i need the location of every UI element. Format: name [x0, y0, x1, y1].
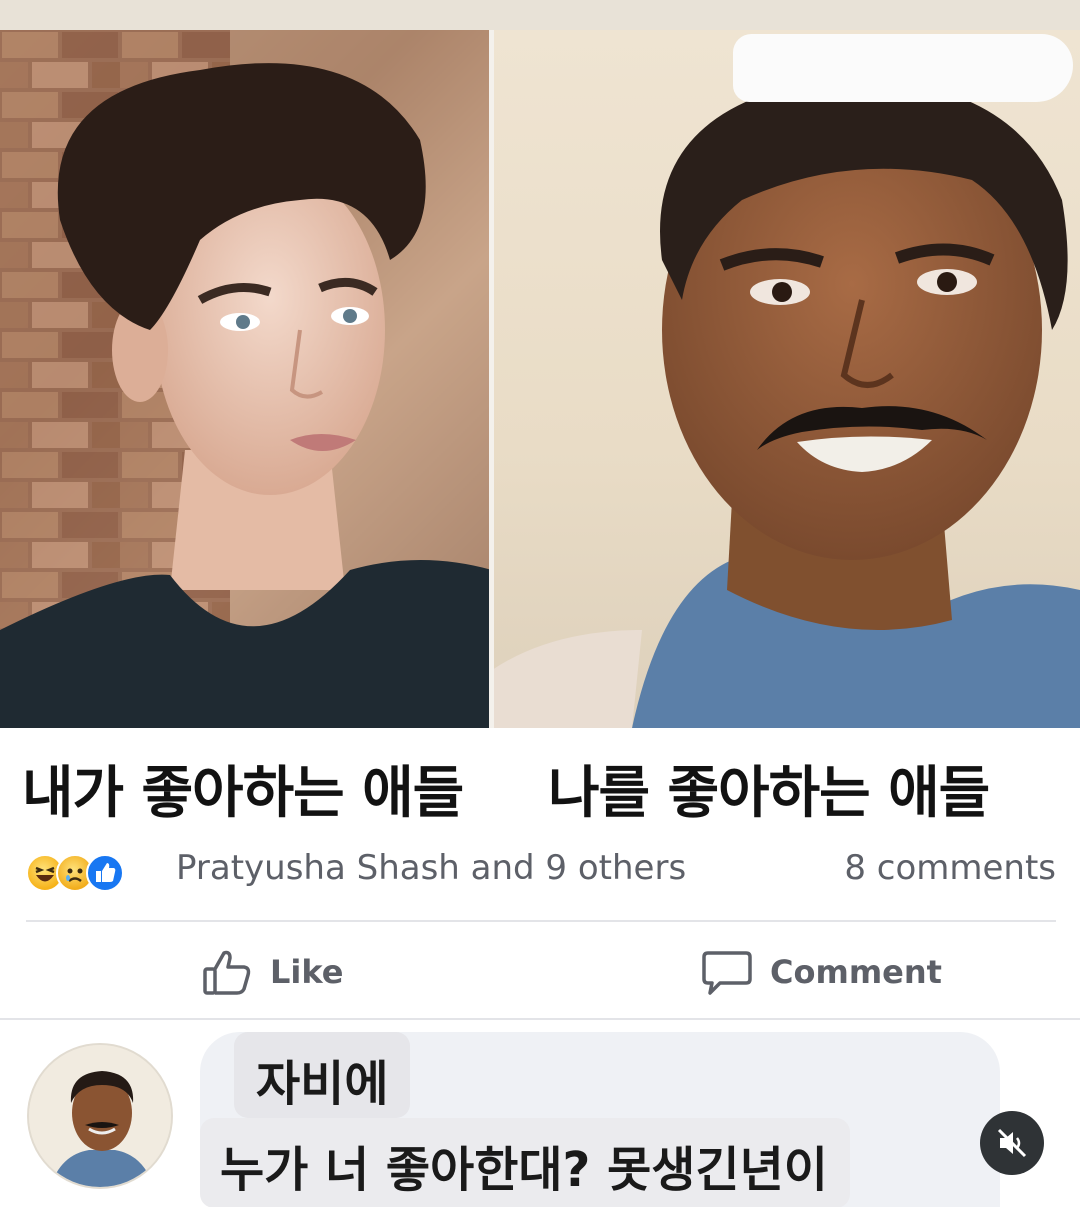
avatar[interactable] [27, 1043, 173, 1189]
photo-divider [489, 30, 494, 728]
caption-right: 나를 좋아하는 애들 [548, 761, 990, 826]
like-label: Like [270, 953, 344, 991]
divider [26, 920, 1056, 922]
comment-count[interactable]: 8 comments [844, 848, 1056, 888]
photo-smiling-man [492, 30, 1080, 728]
thumbs-up-icon [203, 950, 251, 995]
mute-button[interactable] [980, 1111, 1044, 1175]
redaction-patch [733, 34, 1073, 102]
comment-text: 누가 너 좋아한대? 못생긴년이 [200, 1118, 850, 1207]
photo-young-man [0, 30, 492, 728]
like-icon [86, 854, 124, 892]
like-button[interactable]: Like [200, 940, 343, 1004]
speaker-muted-icon [997, 1128, 1027, 1158]
avatar-photo [29, 1045, 171, 1187]
top-band [0, 0, 1080, 30]
caption-left: 내가 좋아하는 애들 [22, 761, 464, 826]
reaction-names[interactable]: Pratyusha Shash and 9 others [176, 848, 686, 888]
young-man-illustration [0, 30, 492, 728]
comment-label: Comment [770, 953, 942, 991]
reactions-row[interactable]: Pratyusha Shash and 9 others 8 comments [26, 846, 1056, 898]
post-screenshot: 내가 좋아하는 애들 나를 좋아하는 애들 Pratyusha Shash an… [0, 0, 1080, 1207]
commenter-name[interactable]: 자비에 [234, 1032, 411, 1118]
speech-bubble-icon [702, 951, 752, 995]
divider [0, 1018, 1080, 1020]
comment-button[interactable]: Comment [700, 940, 942, 1004]
smiling-man-illustration [492, 79, 1080, 728]
